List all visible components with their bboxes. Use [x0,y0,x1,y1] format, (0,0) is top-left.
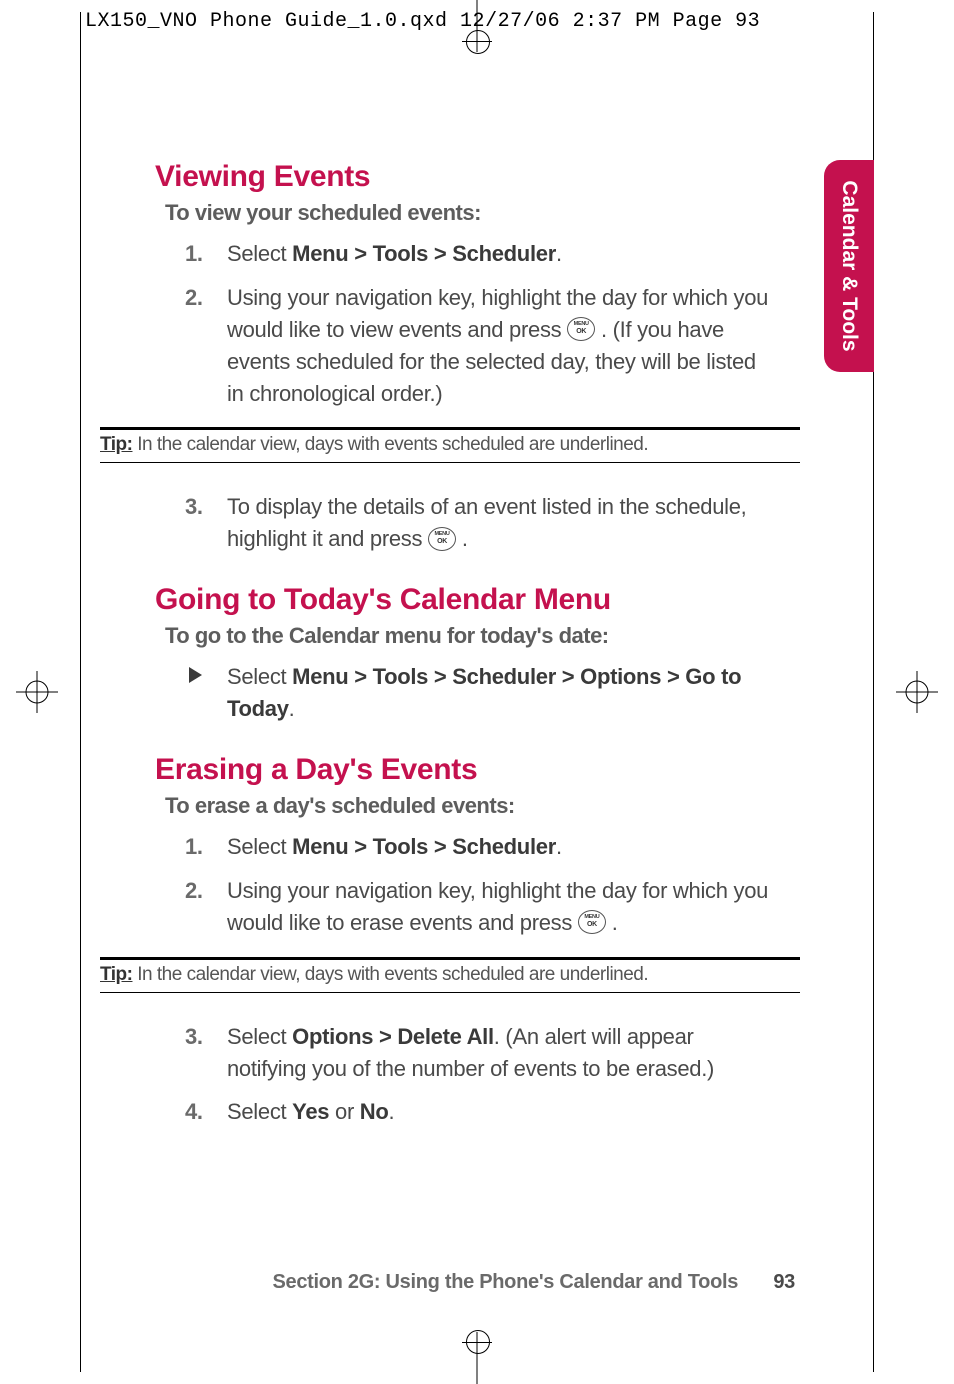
step-2: 2. Using your navigation key, highlight … [185,282,775,410]
registration-left [16,671,58,713]
tip-label: Tip: [100,434,132,455]
tip-text: In the calendar view, days with events s… [132,964,648,985]
crop-mark [462,41,492,42]
registration-right [896,671,938,713]
crop-mark [477,1354,478,1384]
steps-erase-cont: 3. Select Options > Delete All. (An aler… [185,1021,775,1129]
heading-today-calendar: Going to Today's Calendar Menu [155,583,775,617]
step-1: 1. Select Menu > Tools > Scheduler. [185,238,775,270]
heading-viewing-events: Viewing Events [155,160,775,194]
lead-today: To go to the Calendar menu for today's d… [165,623,775,649]
lead-erase: To erase a day's scheduled events: [165,793,775,819]
print-header: LX150_VNO Phone Guide_1.0.qxd 12/27/06 2… [85,10,760,33]
tip-text: In the calendar view, days with events s… [132,434,648,455]
menu-ok-icon: MENUOK [567,317,595,341]
crop-mark [477,1332,478,1354]
crop-mark [462,1342,492,1343]
menu-ok-icon: MENUOK [428,527,456,551]
triangle-bullet-icon [189,667,202,683]
page-footer: Section 2G: Using the Phone's Calendar a… [155,1271,795,1294]
footer-section-title: Section 2G: Using the Phone's Calendar a… [272,1271,738,1293]
step-2: 2. Using your navigation key, highlight … [185,875,775,939]
steps-viewing-cont: 3. To display the details of an event li… [185,491,775,555]
step-1: 1. Select Menu > Tools > Scheduler. [185,831,775,863]
menu-ok-icon: MENUOK [578,910,606,934]
heading-erasing-events: Erasing a Day's Events [155,753,775,787]
steps-viewing: 1. Select Menu > Tools > Scheduler. 2. U… [185,238,775,409]
lead-view-events: To view your scheduled events: [165,200,775,226]
step-4: 4. Select Yes or No. [185,1096,775,1128]
page-number: 93 [773,1271,795,1293]
tip-box: Tip: In the calendar view, days with eve… [100,957,800,993]
tip-box: Tip: In the calendar view, days with eve… [100,427,800,463]
section-tab: Calendar & Tools [824,160,874,372]
step-3: 3. Select Options > Delete All. (An aler… [185,1021,775,1085]
page-content: Viewing Events To view your scheduled ev… [155,160,775,1140]
bullet-goto-today: Select Menu > Tools > Scheduler > Option… [185,661,775,725]
section-tab-label: Calendar & Tools [837,180,861,351]
registration-circle-top [466,30,490,54]
steps-erase: 1. Select Menu > Tools > Scheduler. 2. U… [185,831,775,939]
crop-mark [477,0,478,30]
step-3: 3. To display the details of an event li… [185,491,775,555]
tip-label: Tip: [100,964,132,985]
